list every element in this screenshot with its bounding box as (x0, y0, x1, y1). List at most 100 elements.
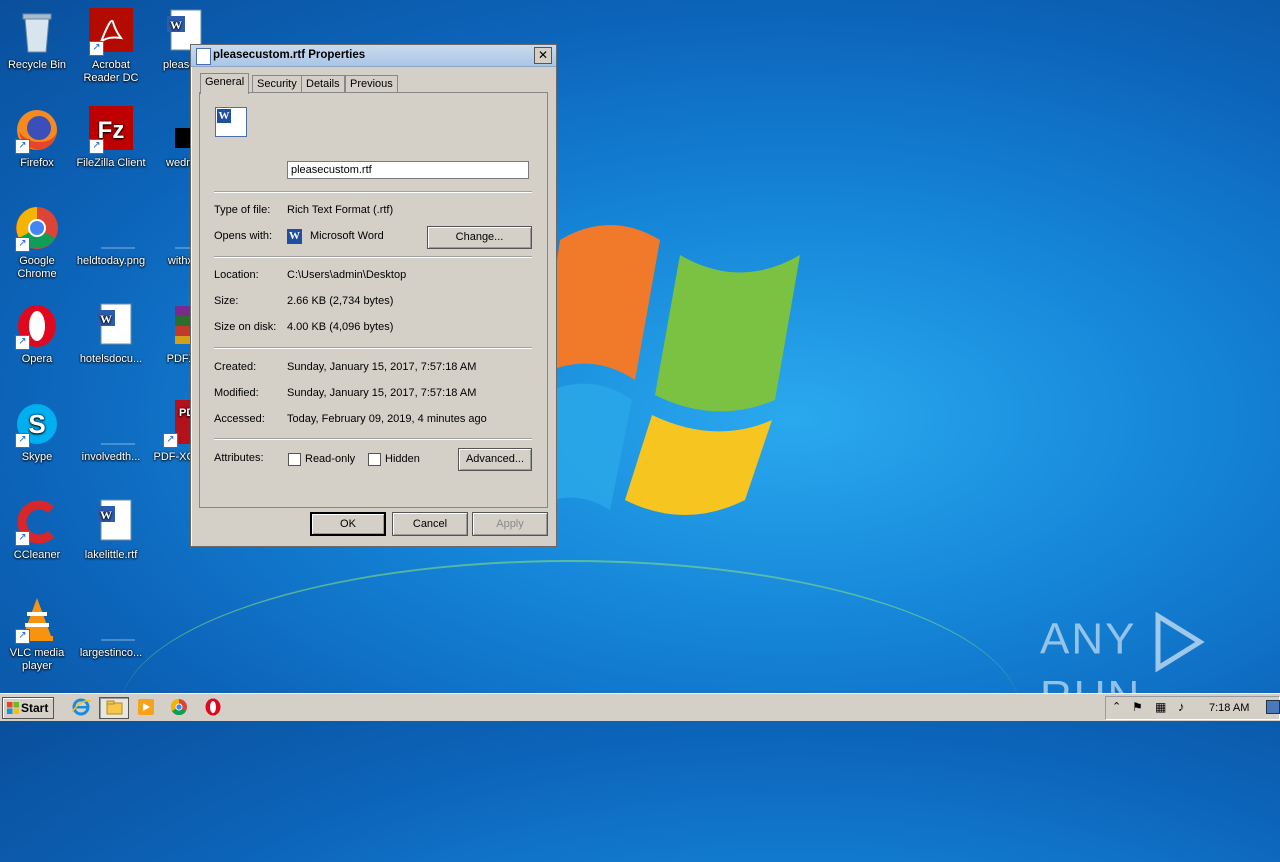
explorer-folder-icon[interactable] (99, 697, 129, 719)
desktop-icon-opera[interactable]: ↗ Opera (0, 302, 74, 366)
modified-value: Sunday, January 15, 2017, 7:57:18 AM (287, 387, 477, 399)
taskbar: Start ⌃ ⚑ ▦ ♪ 7:18 AM (0, 693, 1280, 721)
desktop-icon-skype[interactable]: S ↗ Skype (0, 400, 74, 464)
desktop-icon-hotelsdocu[interactable]: W hotelsdocu... (74, 302, 148, 366)
separator (214, 438, 532, 440)
desktop-icon-acrobat[interactable]: ↗ Acrobat Reader DC (74, 8, 148, 85)
tab-details[interactable]: Details (301, 75, 345, 93)
windows-flag-icon (7, 702, 19, 714)
shortcut-arrow-icon: ↗ (89, 139, 104, 154)
size-label: Size: (214, 295, 239, 307)
opens-with-value: Microsoft Word (310, 230, 384, 242)
tab-previous-versions[interactable]: Previous Versions (345, 75, 398, 107)
created-value: Sunday, January 15, 2017, 7:57:18 AM (287, 361, 477, 373)
desktop-icon-label: Skype (21, 451, 53, 463)
desktop-icon-label: FileZilla Client (76, 157, 146, 169)
change-button[interactable]: Change... (427, 226, 532, 249)
filename-field[interactable] (287, 161, 529, 179)
shortcut-arrow-icon: ↗ (163, 433, 178, 448)
desktop-icon-firefox[interactable]: ↗ Firefox (0, 106, 74, 170)
desktop-icon-label: Acrobat Reader DC (83, 59, 139, 84)
shortcut-arrow-icon: ↗ (15, 237, 30, 252)
accessed-label: Accessed: (214, 413, 265, 425)
type-of-file-value: Rich Text Format (.rtf) (287, 204, 394, 216)
media-player-icon[interactable] (135, 697, 157, 717)
tab-security[interactable]: Security (252, 75, 302, 93)
recycle-bin-icon (13, 8, 61, 56)
desktop-icon-involvedth[interactable]: involvedth... (74, 400, 148, 464)
show-desktop-icon[interactable] (1266, 700, 1280, 714)
separator (214, 191, 532, 193)
type-of-file-label: Type of file: (214, 204, 271, 216)
desktop-icon-ccleaner[interactable]: ↗ CCleaner (0, 498, 74, 562)
close-button[interactable]: ✕ (534, 47, 552, 64)
desktop-icon-label: heldtoday.png (76, 255, 146, 267)
dialog-titlebar[interactable]: pleasecustom.rtf Properties ✕ (191, 45, 556, 67)
shortcut-arrow-icon: ↗ (15, 433, 30, 448)
chrome-icon[interactable] (168, 697, 190, 717)
advanced-button[interactable]: Advanced... (458, 448, 532, 471)
desktop-icon-heldtoday[interactable]: heldtoday.png (74, 204, 148, 268)
desktop-icon-label: hotelsdocu... (79, 353, 143, 365)
watermark-left: ANY (1040, 614, 1136, 664)
ok-button[interactable]: OK (310, 512, 386, 536)
desktop-icon-chrome[interactable]: ↗ Google Chrome (0, 204, 74, 281)
apply-button[interactable]: Apply (472, 512, 548, 536)
hidden-checkbox[interactable] (368, 453, 381, 466)
size-value: 2.66 KB (2,734 bytes) (287, 295, 394, 307)
opera-icon[interactable] (202, 697, 224, 717)
start-button[interactable]: Start (2, 697, 54, 719)
desktop-icon-largestinco[interactable]: largestinco... (74, 596, 148, 660)
system-tray: ⌃ ⚑ ▦ ♪ (1105, 696, 1280, 720)
desktop-icon-label: Firefox (20, 157, 54, 169)
accessed-value: Today, February 09, 2019, 4 minutes ago (287, 413, 487, 425)
filezilla-icon: Fz ↗ (87, 106, 135, 154)
ccleaner-icon: ↗ (13, 498, 61, 546)
desktop-icon-label: lakelittle.rtf (84, 549, 138, 561)
modified-label: Modified: (214, 387, 259, 399)
opera-icon: ↗ (13, 302, 61, 350)
start-label: Start (21, 701, 49, 715)
desktop-icon-label: Opera (21, 353, 53, 365)
desktop-icon-filezilla[interactable]: Fz ↗ FileZilla Client (74, 106, 148, 170)
taskbar-clock[interactable]: 7:18 AM (1209, 702, 1249, 714)
desktop-icon-lakelittle[interactable]: W lakelittle.rtf (74, 498, 148, 562)
attributes-label: Attributes: (214, 452, 264, 464)
desktop-icon-recycle-bin[interactable]: Recycle Bin (0, 8, 74, 72)
opens-with-label: Opens with: (214, 230, 273, 242)
shortcut-arrow-icon: ↗ (15, 531, 30, 546)
tab-general[interactable]: General (200, 73, 250, 94)
location-label: Location: (214, 269, 259, 281)
internet-explorer-icon[interactable] (70, 697, 92, 717)
shortcut-arrow-icon: ↗ (89, 41, 104, 56)
properties-dialog: pleasecustom.rtf Properties ✕ General Se… (190, 44, 557, 547)
image-file-icon (87, 204, 135, 252)
svg-text:S: S (28, 409, 45, 439)
file-icon (87, 596, 135, 644)
general-tab-panel: W Type of file: Rich Text Format (.rtf) … (199, 92, 548, 508)
action-center-flag-icon[interactable]: ⚑ (1132, 700, 1143, 714)
advanced-button-label: Advanced... (465, 453, 525, 465)
microsoft-word-icon: W (287, 229, 302, 244)
desktop-icon-label: largestinco... (79, 647, 143, 659)
location-value: C:\Users\admin\Desktop (287, 269, 407, 281)
document-icon (196, 48, 211, 65)
read-only-label: Read-only (305, 453, 356, 465)
desktop-icon-label: CCleaner (13, 549, 61, 561)
word-document-icon: W (215, 107, 247, 137)
shortcut-arrow-icon: ↗ (15, 139, 30, 154)
desktop-icon-label: involvedth... (81, 451, 141, 463)
svg-text:W: W (100, 508, 112, 522)
svg-text:W: W (100, 312, 112, 326)
separator (214, 347, 532, 349)
volume-icon[interactable]: ♪ (1178, 699, 1185, 714)
cancel-button[interactable]: Cancel (392, 512, 468, 536)
show-hidden-icons-chevron-icon[interactable]: ⌃ (1112, 700, 1121, 713)
word-doc-icon: W (87, 498, 135, 546)
size-on-disk-label: Size on disk: (214, 321, 277, 333)
network-icon[interactable]: ▦ (1155, 700, 1166, 714)
desktop-icon-vlc[interactable]: ↗ VLC media player (0, 596, 74, 673)
hidden-label: Hidden (385, 453, 420, 465)
created-label: Created: (214, 361, 257, 373)
read-only-checkbox[interactable] (288, 453, 301, 466)
